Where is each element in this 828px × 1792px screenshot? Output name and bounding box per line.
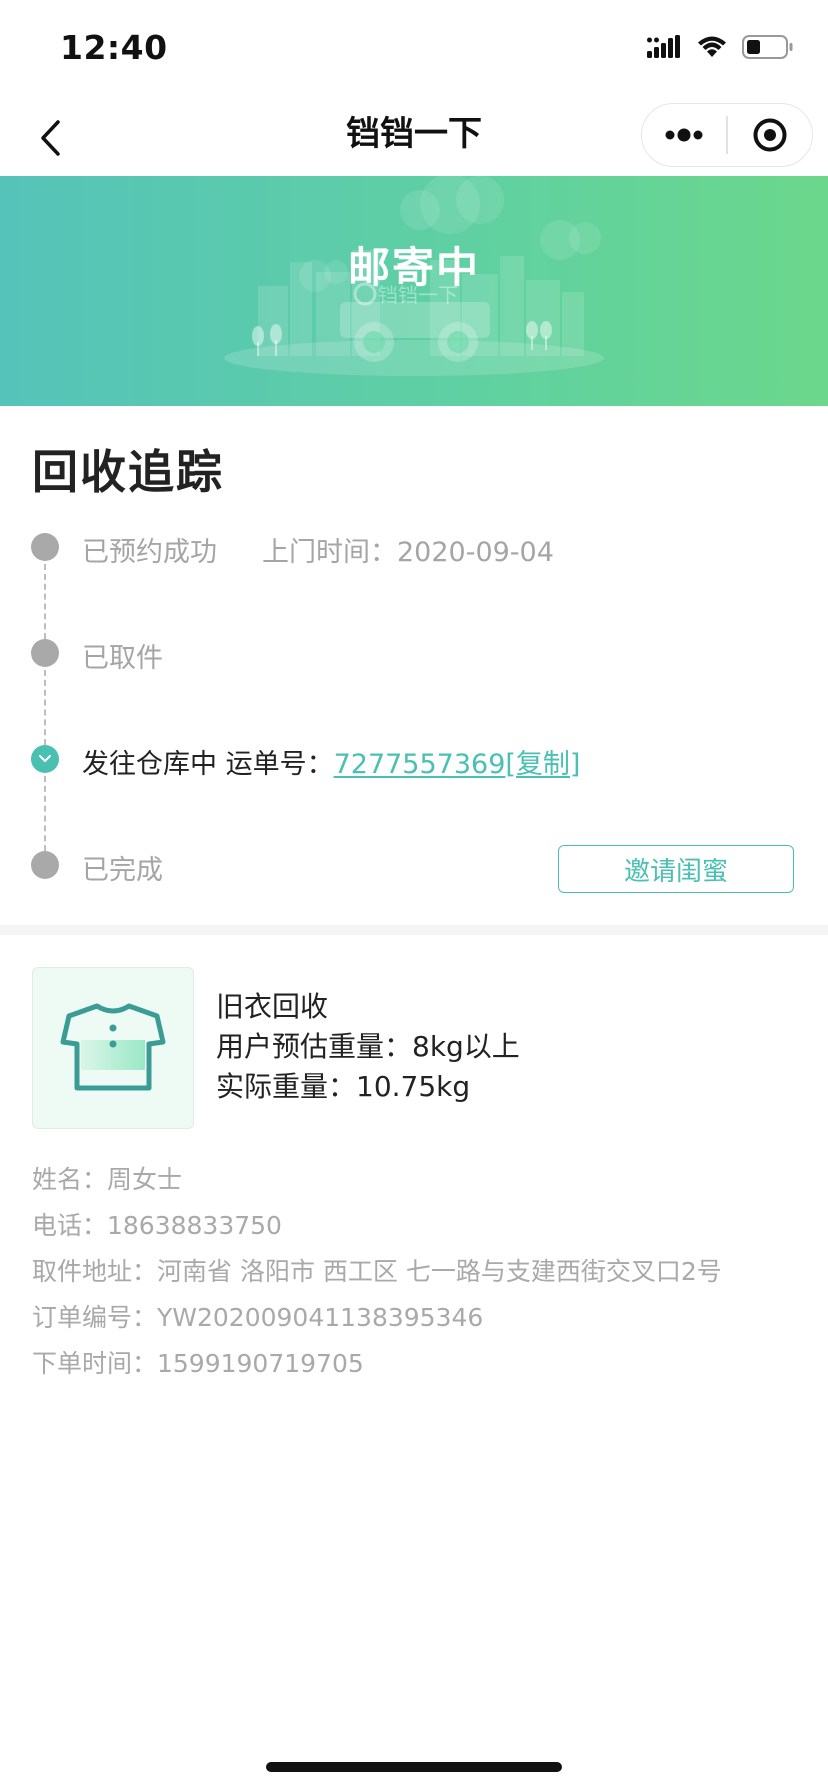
timeline-dot (31, 639, 59, 667)
timeline-dot-active (31, 745, 59, 773)
product-name: 旧衣回收 (216, 990, 329, 1023)
actual-weight: 实际重量：10.75kg (216, 1070, 471, 1103)
visit-time-label: 上门时间： (262, 537, 397, 568)
tshirt-icon (60, 1003, 166, 1091)
timeline-connector (44, 564, 46, 649)
wifi-icon (698, 36, 726, 57)
timeline-connector (44, 670, 46, 755)
timeline-dot (31, 851, 59, 879)
nav-bar: 铛铛一下 (0, 100, 828, 176)
visit-time: 上门时间：2020-09-04 (262, 530, 554, 569)
section-divider (0, 925, 828, 935)
timeline-connector (44, 776, 46, 861)
timeline-step-picked-up: 已取件 (82, 643, 163, 674)
customer-phone: 电话：18638833750 (32, 1211, 282, 1240)
waybill-number-link[interactable]: 7277557369 (334, 749, 506, 780)
signal-icon (647, 35, 680, 58)
check-icon (39, 755, 51, 762)
timeline-step-shipping: 发往仓库中 运单号：7277557369[复制] (82, 742, 580, 781)
copy-waybill-button[interactable]: [复制] (505, 749, 580, 780)
waybill-label: 运单号： (225, 749, 334, 780)
visit-time-value: 2020-09-04 (397, 537, 554, 568)
order-details: 姓名：周女士 电话：18638833750 取件地址：河南省 洛阳市 西工区 七… (32, 1157, 722, 1387)
home-indicator[interactable] (266, 1762, 562, 1772)
battery-icon (742, 35, 793, 59)
invite-friend-button[interactable]: 邀请闺蜜 (558, 845, 794, 893)
tracking-title: 回收追踪 (32, 445, 224, 499)
order-number: 订单编号：YW202009041138395346 (32, 1303, 484, 1332)
capsule-close-button[interactable] (728, 104, 812, 166)
status-time: 12:40 (60, 28, 168, 67)
capsule-close-icon (753, 118, 787, 152)
mini-program-capsule (641, 103, 813, 167)
status-banner: 铛铛一下 邮寄中 (0, 176, 828, 406)
more-button[interactable] (642, 104, 726, 166)
product-info: 旧衣回收 用户预估重量：8kg以上 实际重量：10.75kg (216, 987, 520, 1107)
pickup-address: 取件地址：河南省 洛阳市 西工区 七一路与支建西街交叉口2号 (32, 1257, 722, 1286)
customer-name: 姓名：周女士 (32, 1165, 183, 1194)
order-time: 下单时间：1599190719705 (32, 1349, 364, 1378)
status-icons (646, 34, 794, 60)
timeline-dot (31, 533, 59, 561)
product-thumbnail (32, 967, 194, 1129)
shipping-step-label: 发往仓库中 (82, 749, 217, 780)
estimated-weight: 用户预估重量：8kg以上 (216, 1030, 520, 1063)
timeline-step-completed: 已完成 (82, 855, 163, 886)
timeline-step-booked: 已预约成功 (82, 537, 217, 568)
status-bar: 12:40 (0, 0, 828, 100)
order-status-title: 邮寄中 (347, 243, 480, 292)
more-icon (665, 128, 703, 142)
